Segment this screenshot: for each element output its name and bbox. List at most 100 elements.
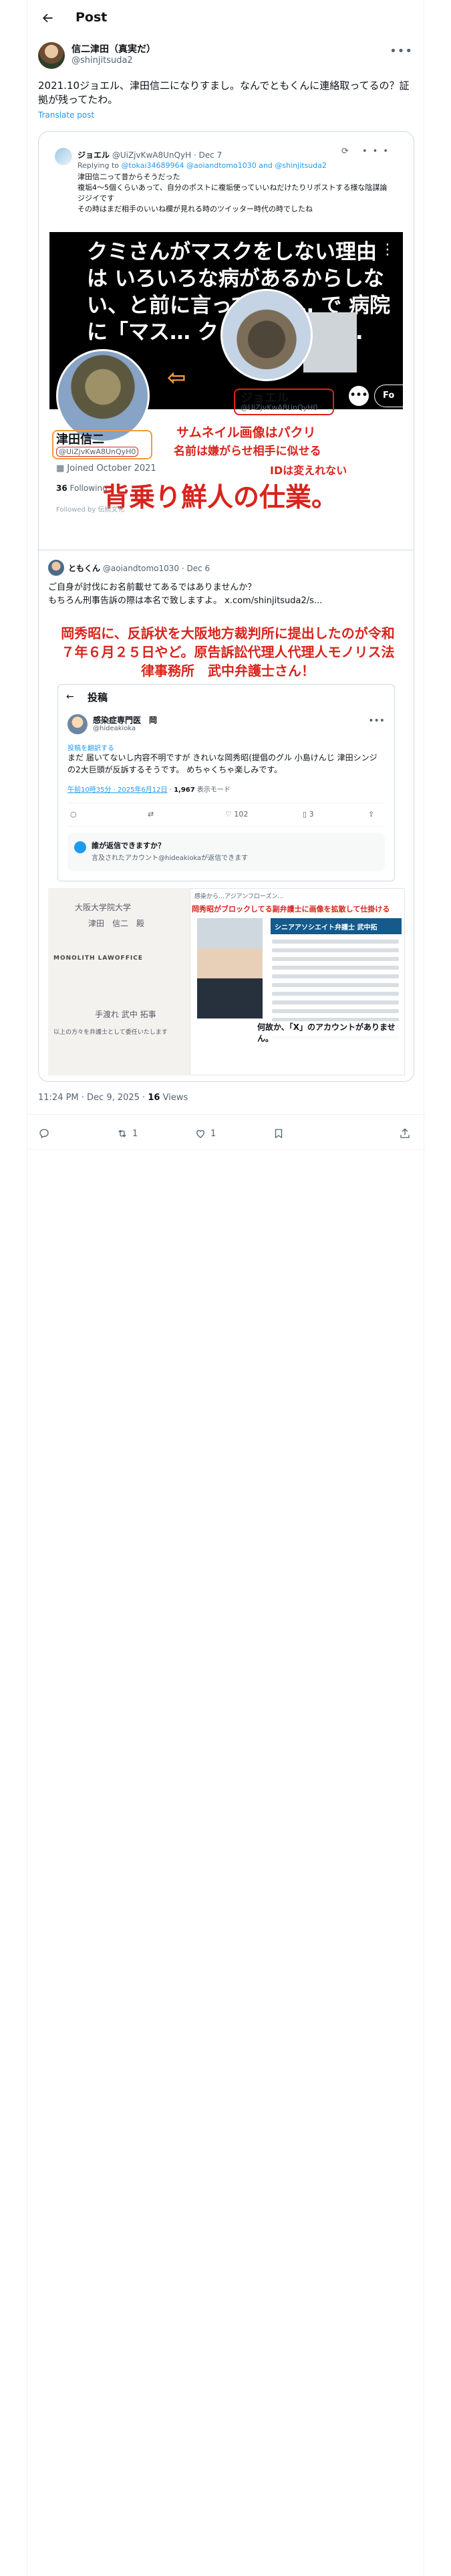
back-arrow-icon: ←	[66, 691, 74, 702]
like-count: 1	[210, 1128, 216, 1139]
statue-avatar-image	[56, 349, 150, 443]
quoted-author-handle: @aoiandtomo1030 · Dec 6	[102, 564, 210, 573]
collage-image: クミさんがマスクをしない理由は いろいろな病があるからしない、と前に言ってた………	[49, 232, 403, 536]
translate-post-link[interactable]: Translate post	[38, 110, 94, 120]
grok-and-more-icons: ⟳ •••	[341, 146, 394, 156]
joined-date: ▦ Joined October 2021	[56, 463, 156, 473]
doc-line: 以上の方々を弁護士として委任いたします	[53, 1029, 168, 1036]
post-timestamp[interactable]: 11:24 PM · Dec 9, 2025	[38, 1093, 140, 1103]
back-button[interactable]	[38, 9, 57, 27]
quoted-author-name: ジョエル	[78, 150, 110, 160]
views-label: Views	[162, 1093, 188, 1103]
legal-document-image: 大阪大学院大学 津田 信二 殿 MONOLITH LAWOFFICE 手渡れ 武…	[48, 888, 205, 1075]
inner-post-text: まだ 届いてないし内容不明ですが きれいな岡秀昭(提倡のグル 小島けんじ 津田シ…	[67, 753, 378, 774]
monolith-logo: MONOLITH LAWOFFICE	[53, 955, 143, 962]
doc-handwriting-3: 手渡れ 武中 拓事	[95, 1010, 156, 1019]
reply-icon: ○	[70, 810, 77, 819]
followed-by: Followed by 伝統文化	[56, 506, 125, 514]
repost-count: 1	[132, 1128, 138, 1139]
repost-button[interactable]: 1	[116, 1128, 138, 1140]
quoted-author-name: ともくん	[68, 564, 101, 573]
tsuda-profile-name: 津田信二	[56, 433, 104, 447]
following-count: 36 Following	[56, 484, 108, 493]
page-title: Post	[76, 10, 108, 25]
quoted-tweet-header: ジョエル @UiZjvKwA8UnQyH · Dec 7	[78, 149, 222, 160]
reply-restriction-notice: 誰が返信できますか？ 言及されたアカウント@hideakiokaが返信できます	[67, 833, 385, 871]
avatar	[67, 714, 88, 734]
big-red-caption: 背乗り鮮人の仕業。	[103, 483, 338, 513]
inner-timestamp: 午前10時35分 · 2025年6月12日 · 1,967 表示モード	[67, 786, 231, 794]
joined-label: Joined October 2021	[67, 463, 156, 473]
inner-time-link: 午前10時35分 · 2025年6月12日	[67, 786, 168, 794]
bookmark-button[interactable]	[273, 1128, 285, 1140]
attached-screenshot[interactable]: ジョエル @UiZjvKwA8UnQyH · Dec 7 ⟳ ••• Reply…	[38, 131, 414, 1082]
gate-avatar-image	[220, 289, 313, 381]
doc-caption: 何故か、「X」のアカウントがありません。	[257, 1021, 404, 1044]
inner-views: 1,967	[174, 786, 195, 794]
replying-prefix: Replying to	[78, 161, 120, 170]
nested-post-screenshot: ← 投稿 感染症専門医 岡 @hideakioka ••• 投稿を翻訳する まだ…	[57, 684, 395, 881]
inner-bookmark-count: 3	[309, 810, 314, 819]
author-name[interactable]: 信二津田（真実だ）	[71, 42, 156, 56]
quoted-tweet-joel: ジョエル @UiZjvKwA8UnQyH · Dec 7 ⟳ ••• Reply…	[39, 132, 414, 543]
reply-button[interactable]	[38, 1128, 50, 1140]
doc-header-text: 感染から…アジアンフローズン…	[194, 893, 284, 900]
header: Post	[27, 0, 425, 35]
bookmark-icon: ▯ 3	[303, 810, 314, 819]
inner-author-name: 感染症専門医 岡	[93, 716, 158, 725]
replying-to: Replying to @tokai34689964 @aoiandtomo10…	[78, 161, 327, 170]
notice-subtitle: 言及されたアカウント@hideakiokaが返信できます	[92, 855, 249, 862]
back-arrow-icon	[43, 13, 53, 23]
lawyer-profile-image: 感染から…アジアンフローズン… 岡秀昭がブロックしてる副弁護士に画像を拡散して仕…	[190, 888, 405, 1075]
doc-handwriting-1: 大阪大学院大学	[75, 903, 132, 912]
quoted-author-handle: @UiZjvKwA8UnQyH · Dec 7	[112, 150, 222, 160]
quoted-tweet-tomokun: ともくん @aoiandtomo1030 · Dec 6 ご自身が討伐にお名前載…	[39, 550, 414, 1081]
arrow-left-icon: ⇦	[167, 364, 186, 391]
more-circle-button: •••	[349, 386, 369, 406]
like-icon: ♡ 102	[225, 810, 249, 819]
share-button[interactable]	[399, 1128, 411, 1140]
replying-to-handles: @tokai34689964 @aoiandtomo1030 and @shin…	[121, 161, 327, 170]
annotation-id: IDは変えれない	[270, 464, 347, 477]
vertical-more-icon: ⋮	[380, 241, 395, 258]
annotation-name: 名前は嫌がらせ相手に似せる	[174, 445, 321, 458]
heart-icon	[196, 1130, 204, 1138]
repost-icon: ⇄	[148, 810, 154, 819]
more-options-icon[interactable]: •••	[390, 44, 413, 58]
avatar	[55, 148, 72, 165]
follow-button: Fo	[374, 385, 403, 407]
joel-profile-handle: @UiZjvKwA8UnQyH0	[241, 403, 318, 412]
inner-like-count: 102	[234, 810, 249, 819]
quoted-tweet-text: ご自身が討伐にお名前載せてあるではありませんか？ もちろん刑事告訴の際は本名で致…	[48, 582, 323, 606]
lawyer-banner: シニアアソシエイト弁護士 武中拓	[271, 918, 402, 934]
reply-icon	[39, 1129, 49, 1139]
inner-action-bar: ○ ⇄ ♡ 102 ▯ 3 ⇪	[67, 802, 385, 827]
tsuda-profile-handle: @UiZjvKwA8UnQyH0	[56, 447, 139, 457]
share-icon	[400, 1128, 410, 1138]
views-count: 16	[148, 1093, 160, 1103]
like-button[interactable]: 1	[194, 1128, 216, 1140]
quoted-tweet-text: 津田信二って昔からそうだった 複垢4〜5個くらいあって、自分のポストに複垢使って…	[78, 173, 388, 213]
notice-title: 誰が返信できますか？	[92, 841, 165, 850]
author-handle[interactable]: @shinjitsuda2	[71, 56, 133, 66]
annotation-thumbnail: サムネイル画像はパクリ	[176, 425, 316, 440]
more-options-icon: •••	[368, 716, 385, 726]
lawyer-photo	[197, 918, 263, 1018]
following-label: Following	[69, 484, 108, 493]
post-meta: 11:24 PM · Dec 9, 2025 · 16 Views	[38, 1093, 188, 1103]
inner-title: 投稿	[88, 691, 108, 704]
inner-translate-link: 投稿を翻訳する	[67, 745, 114, 752]
inner-views-label: 表示モード	[196, 786, 231, 794]
at-sign-icon	[74, 841, 86, 853]
author-avatar[interactable]	[38, 42, 65, 69]
action-bar: 1 1	[27, 1118, 425, 1150]
bookmark-icon	[275, 1129, 283, 1139]
inner-author-handle: @hideakioka	[93, 725, 136, 732]
avatar	[48, 560, 64, 576]
divider	[27, 1114, 425, 1115]
red-headline: 岡秀昭に、反訴状を大阪地方裁判所に提出したのが令和７年６月２５日やど。原告訴訟代…	[61, 625, 395, 679]
doc-handwriting-2: 津田 信二 殿	[88, 919, 145, 928]
post-text: 2021.10ジョエル、津田信二になりすまし。なんでともくんに連絡取ってるの？証…	[38, 80, 410, 106]
following-number: 36	[56, 484, 67, 493]
repost-icon	[118, 1130, 126, 1138]
